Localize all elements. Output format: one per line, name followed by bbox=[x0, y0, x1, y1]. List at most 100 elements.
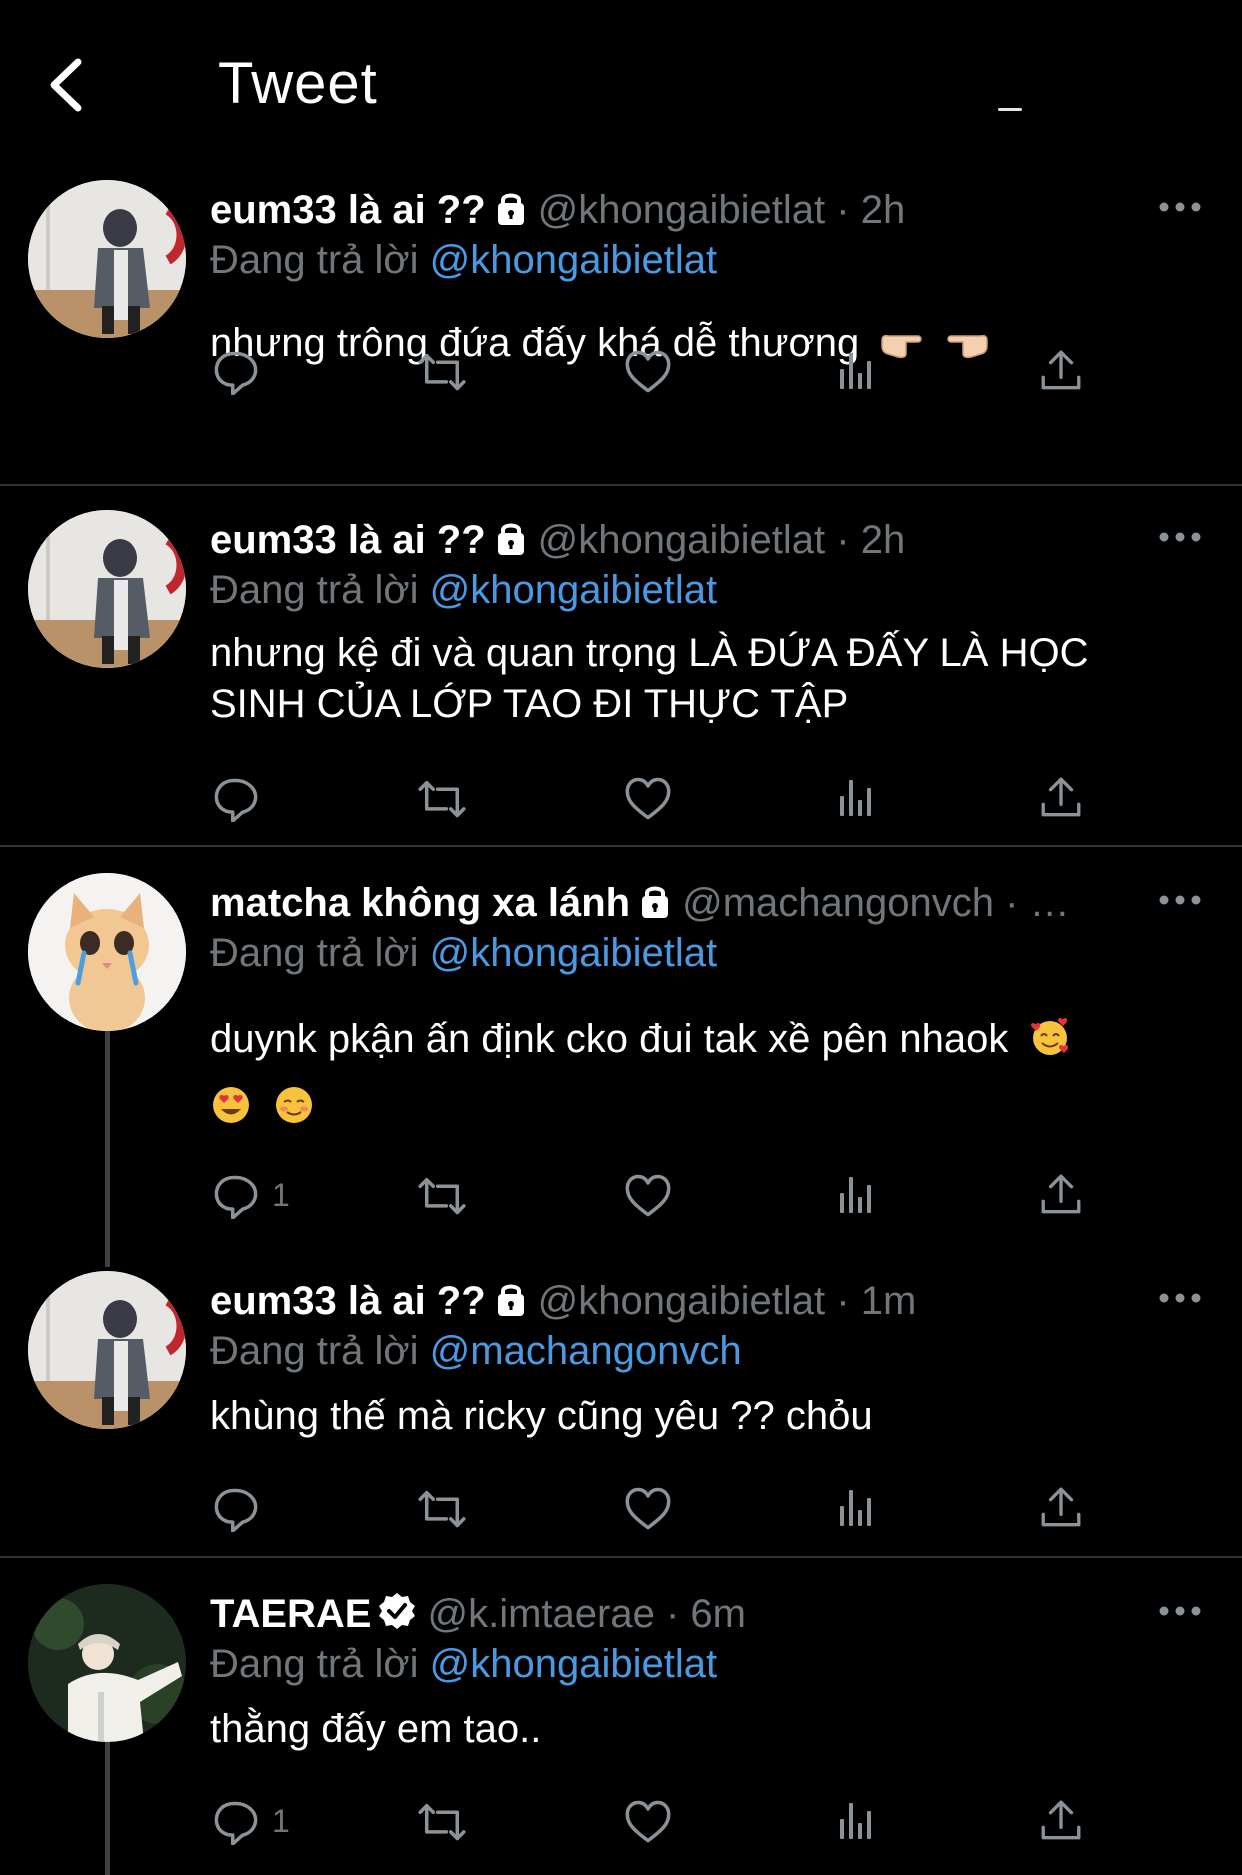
lock-icon bbox=[495, 523, 526, 557]
avatar[interactable] bbox=[28, 1584, 186, 1742]
mention-link[interactable]: @khongaibietlat bbox=[430, 1642, 717, 1686]
like-button[interactable] bbox=[624, 1480, 672, 1536]
analytics-button[interactable] bbox=[834, 770, 878, 826]
tweet[interactable]: eum33 là ai ?? @khongaibietlat · 1m Đang … bbox=[0, 1267, 1242, 1557]
heart-icon bbox=[625, 777, 671, 820]
reply-button[interactable] bbox=[212, 343, 272, 399]
retweet-icon bbox=[418, 1490, 466, 1528]
share-button[interactable] bbox=[1038, 770, 1084, 826]
share-button[interactable] bbox=[1038, 343, 1084, 399]
more-options-icon[interactable] bbox=[1158, 1291, 1202, 1305]
share-icon bbox=[1041, 1174, 1081, 1214]
mention-link[interactable]: @khongaibietlat bbox=[430, 238, 717, 282]
page-title: Tweet bbox=[218, 51, 378, 116]
like-button[interactable] bbox=[624, 770, 672, 826]
retweet-button[interactable] bbox=[413, 1793, 471, 1849]
reply-count: 1 bbox=[272, 1176, 290, 1213]
avatar[interactable] bbox=[28, 873, 186, 1031]
replying-to: Đang trả lời @machangonvch bbox=[210, 1328, 742, 1374]
smiling-face-with-hearts-icon bbox=[1031, 1017, 1069, 1055]
analytics-icon bbox=[840, 353, 871, 389]
avatar-photo bbox=[28, 180, 186, 338]
avatar[interactable] bbox=[28, 1271, 186, 1429]
more-options-icon[interactable] bbox=[1158, 200, 1202, 214]
avatar[interactable] bbox=[28, 510, 186, 668]
handle[interactable]: @khongaibietlat bbox=[538, 518, 825, 562]
more-options-icon[interactable] bbox=[1158, 1604, 1202, 1618]
tweet-actions bbox=[0, 770, 1242, 826]
analytics-button[interactable] bbox=[834, 1167, 878, 1223]
timestamp: · 1m bbox=[836, 1279, 917, 1323]
reply-button[interactable]: 1 bbox=[212, 1793, 290, 1849]
reply-prefix: Đang trả lời bbox=[210, 568, 419, 612]
retweet-icon bbox=[418, 1177, 466, 1215]
like-button[interactable] bbox=[624, 343, 672, 399]
mention-link[interactable]: @khongaibietlat bbox=[430, 931, 717, 975]
back-arrow-icon[interactable] bbox=[42, 50, 92, 120]
reply-count: 1 bbox=[272, 1802, 290, 1839]
display-name[interactable]: TAERAE bbox=[210, 1592, 371, 1636]
more-options-icon[interactable] bbox=[1158, 530, 1202, 544]
analytics-button[interactable] bbox=[834, 1793, 878, 1849]
thread-line bbox=[105, 1027, 110, 1267]
heart-icon bbox=[625, 1174, 671, 1217]
author-line: eum33 là ai ?? @khongaibietlat · 2h bbox=[210, 187, 905, 233]
heart-icon bbox=[625, 1800, 671, 1843]
reply-icon bbox=[214, 1175, 258, 1219]
handle[interactable]: @machangonvch bbox=[682, 881, 994, 925]
reply-prefix: Đang trả lời bbox=[210, 931, 419, 975]
reply-button[interactable]: 1 bbox=[212, 1167, 290, 1223]
reply-prefix: Đang trả lời bbox=[210, 1642, 419, 1686]
replying-to: Đang trả lời @khongaibietlat bbox=[210, 567, 717, 613]
heart-icon bbox=[625, 1487, 671, 1530]
display-name[interactable]: eum33 là ai ?? bbox=[210, 1279, 486, 1323]
display-name[interactable]: matcha không xa lánh bbox=[210, 881, 630, 925]
display-name[interactable]: eum33 là ai ?? bbox=[210, 518, 486, 562]
reply-button[interactable] bbox=[212, 770, 272, 826]
retweet-icon bbox=[418, 1803, 466, 1841]
share-button[interactable] bbox=[1038, 1480, 1084, 1536]
display-name[interactable]: eum33 là ai ?? bbox=[210, 188, 486, 232]
like-button[interactable] bbox=[624, 1793, 672, 1849]
reply-icon bbox=[214, 778, 258, 822]
tweet-text: thằng đấy em tao.. bbox=[210, 1707, 542, 1751]
replying-to: Đang trả lời @khongaibietlat bbox=[210, 237, 717, 283]
analytics-button[interactable] bbox=[834, 1480, 878, 1536]
tweet-actions bbox=[0, 1480, 1242, 1536]
tweet[interactable]: eum33 là ai ?? @khongaibietlat · 2h Đang … bbox=[0, 160, 1242, 486]
tweet[interactable]: matcha không xa lánh @machangonvch · … Đa… bbox=[0, 847, 1242, 1267]
retweet-button[interactable] bbox=[413, 770, 471, 826]
retweet-button[interactable] bbox=[413, 1167, 471, 1223]
timestamp: · 2h bbox=[836, 188, 906, 232]
tweet-actions: 1 bbox=[0, 1167, 1242, 1223]
share-icon bbox=[1041, 350, 1081, 390]
analytics-button[interactable] bbox=[834, 343, 878, 399]
retweet-icon bbox=[418, 353, 466, 391]
avatar-photo bbox=[28, 510, 186, 668]
handle[interactable]: @k.imtaerae bbox=[427, 1592, 654, 1636]
tweet-text: nhưng kệ đi và quan trọng LÀ ĐỨA ĐẤY LÀ … bbox=[210, 631, 1089, 726]
share-button[interactable] bbox=[1038, 1167, 1084, 1223]
handle[interactable]: @khongaibietlat bbox=[538, 188, 825, 232]
analytics-icon bbox=[840, 780, 871, 816]
retweet-button[interactable] bbox=[413, 343, 471, 399]
retweet-button[interactable] bbox=[413, 1480, 471, 1536]
share-icon bbox=[1041, 777, 1081, 817]
reply-icon bbox=[214, 1488, 258, 1532]
avatar[interactable] bbox=[28, 180, 186, 338]
lock-icon bbox=[640, 886, 671, 920]
author-line: matcha không xa lánh @machangonvch · … bbox=[210, 880, 1070, 926]
mention-link[interactable]: @machangonvch bbox=[430, 1329, 742, 1373]
like-button[interactable] bbox=[624, 1167, 672, 1223]
reply-button[interactable] bbox=[212, 1480, 272, 1536]
tweet-text: khùng thế mà ricky cũng yêu ?? chỏu bbox=[210, 1394, 873, 1438]
timestamp: · 2h bbox=[836, 518, 906, 562]
tweet-text-content: duynk pkận ấn địnk cko đui tak xề pên nh… bbox=[210, 1017, 1009, 1061]
share-button[interactable] bbox=[1038, 1793, 1084, 1849]
tweet[interactable]: TAERAE @k.imtaerae · 6m Đang trả lời @kh… bbox=[0, 1558, 1242, 1875]
tweet[interactable]: eum33 là ai ?? @khongaibietlat · 2h Đang … bbox=[0, 486, 1242, 846]
more-options-icon[interactable] bbox=[1158, 893, 1202, 907]
handle[interactable]: @khongaibietlat bbox=[538, 1279, 825, 1323]
mention-link[interactable]: @khongaibietlat bbox=[430, 568, 717, 612]
reply-icon bbox=[214, 351, 258, 395]
